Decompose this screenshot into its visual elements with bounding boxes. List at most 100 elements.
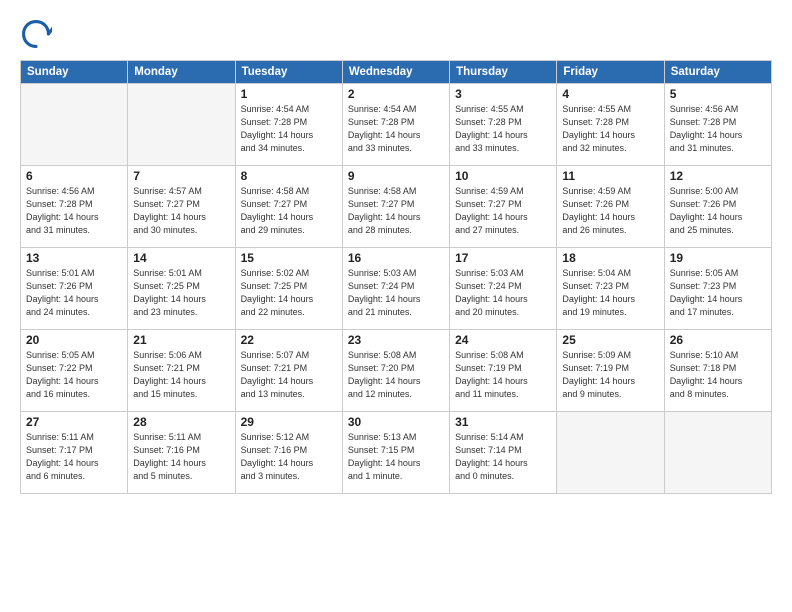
logo bbox=[20, 18, 56, 50]
day-info: Sunrise: 5:01 AM Sunset: 7:26 PM Dayligh… bbox=[26, 267, 122, 319]
day-number: 24 bbox=[455, 333, 551, 347]
day-number: 23 bbox=[348, 333, 444, 347]
week-row-1: 6Sunrise: 4:56 AM Sunset: 7:28 PM Daylig… bbox=[21, 166, 772, 248]
calendar-cell bbox=[664, 412, 771, 494]
calendar-cell: 13 Sunrise: 5:01 AM Sunset: 7:26 PM Dayli… bbox=[21, 248, 128, 330]
calendar-cell bbox=[128, 84, 235, 166]
day-number: 20 bbox=[26, 333, 122, 347]
calendar-cell: 24 Sunrise: 5:08 AM Sunset: 7:19 PM Dayli… bbox=[450, 330, 557, 412]
day-info: Sunrise: 4:56 AM Sunset: 7:28 PM Dayligh… bbox=[670, 103, 766, 155]
day-info: Sunrise: 5:04 AM Sunset: 7:23 PM Dayligh… bbox=[562, 267, 658, 319]
calendar-cell: 22 Sunrise: 5:07 AM Sunset: 7:21 PM Dayli… bbox=[235, 330, 342, 412]
calendar-cell: 19 Sunrise: 5:05 AM Sunset: 7:23 PM Dayli… bbox=[664, 248, 771, 330]
calendar-cell: 21 Sunrise: 5:06 AM Sunset: 7:21 PM Dayli… bbox=[128, 330, 235, 412]
day-number: 26 bbox=[670, 333, 766, 347]
day-info: Sunrise: 5:06 AM Sunset: 7:21 PM Dayligh… bbox=[133, 349, 229, 401]
weekday-header-sunday: Sunday bbox=[21, 61, 128, 84]
day-number: 19 bbox=[670, 251, 766, 265]
calendar-cell: 11Sunrise: 4:59 AM Sunset: 7:26 PM Dayli… bbox=[557, 166, 664, 248]
calendar-cell: 31Sunrise: 5:14 AM Sunset: 7:14 PM Dayli… bbox=[450, 412, 557, 494]
calendar-cell: 14Sunrise: 5:01 AM Sunset: 7:25 PM Dayli… bbox=[128, 248, 235, 330]
calendar-cell: 29 Sunrise: 5:12 AM Sunset: 7:16 PM Dayli… bbox=[235, 412, 342, 494]
day-number: 13 bbox=[26, 251, 122, 265]
weekday-header-friday: Friday bbox=[557, 61, 664, 84]
calendar-cell: 3 Sunrise: 4:55 AM Sunset: 7:28 PM Daylig… bbox=[450, 84, 557, 166]
day-info: Sunrise: 5:03 AM Sunset: 7:24 PM Dayligh… bbox=[455, 267, 551, 319]
page: SundayMondayTuesdayWednesdayThursdayFrid… bbox=[0, 0, 792, 612]
day-number: 5 bbox=[670, 87, 766, 101]
day-info: Sunrise: 5:12 AM Sunset: 7:16 PM Dayligh… bbox=[241, 431, 337, 483]
calendar-cell: 1Sunrise: 4:54 AM Sunset: 7:28 PM Daylig… bbox=[235, 84, 342, 166]
calendar-cell: 10 Sunrise: 4:59 AM Sunset: 7:27 PM Dayli… bbox=[450, 166, 557, 248]
day-info: Sunrise: 5:13 AM Sunset: 7:15 PM Dayligh… bbox=[348, 431, 444, 483]
day-number: 18 bbox=[562, 251, 658, 265]
day-number: 25 bbox=[562, 333, 658, 347]
day-info: Sunrise: 4:58 AM Sunset: 7:27 PM Dayligh… bbox=[348, 185, 444, 237]
calendar-cell: 30 Sunrise: 5:13 AM Sunset: 7:15 PM Dayli… bbox=[342, 412, 449, 494]
calendar-cell: 18 Sunrise: 5:04 AM Sunset: 7:23 PM Dayli… bbox=[557, 248, 664, 330]
calendar-cell: 25 Sunrise: 5:09 AM Sunset: 7:19 PM Dayli… bbox=[557, 330, 664, 412]
weekday-header-wednesday: Wednesday bbox=[342, 61, 449, 84]
day-info: Sunrise: 4:57 AM Sunset: 7:27 PM Dayligh… bbox=[133, 185, 229, 237]
day-number: 1 bbox=[241, 87, 337, 101]
weekday-header-thursday: Thursday bbox=[450, 61, 557, 84]
header bbox=[20, 18, 772, 50]
day-number: 14 bbox=[133, 251, 229, 265]
calendar-cell: 28 Sunrise: 5:11 AM Sunset: 7:16 PM Dayli… bbox=[128, 412, 235, 494]
day-number: 10 bbox=[455, 169, 551, 183]
calendar-cell: 12Sunrise: 5:00 AM Sunset: 7:26 PM Dayli… bbox=[664, 166, 771, 248]
day-info: Sunrise: 5:05 AM Sunset: 7:22 PM Dayligh… bbox=[26, 349, 122, 401]
day-number: 12 bbox=[670, 169, 766, 183]
day-info: Sunrise: 5:08 AM Sunset: 7:19 PM Dayligh… bbox=[455, 349, 551, 401]
calendar-cell: 16 Sunrise: 5:03 AM Sunset: 7:24 PM Dayli… bbox=[342, 248, 449, 330]
calendar-cell: 27Sunrise: 5:11 AM Sunset: 7:17 PM Dayli… bbox=[21, 412, 128, 494]
day-info: Sunrise: 4:55 AM Sunset: 7:28 PM Dayligh… bbox=[455, 103, 551, 155]
day-number: 9 bbox=[348, 169, 444, 183]
calendar-cell: 15 Sunrise: 5:02 AM Sunset: 7:25 PM Dayli… bbox=[235, 248, 342, 330]
day-number: 21 bbox=[133, 333, 229, 347]
calendar-cell: 26Sunrise: 5:10 AM Sunset: 7:18 PM Dayli… bbox=[664, 330, 771, 412]
day-info: Sunrise: 5:02 AM Sunset: 7:25 PM Dayligh… bbox=[241, 267, 337, 319]
calendar-table: SundayMondayTuesdayWednesdayThursdayFrid… bbox=[20, 60, 772, 494]
day-number: 17 bbox=[455, 251, 551, 265]
calendar-cell bbox=[557, 412, 664, 494]
calendar-cell: 23 Sunrise: 5:08 AM Sunset: 7:20 PM Dayli… bbox=[342, 330, 449, 412]
calendar-cell bbox=[21, 84, 128, 166]
weekday-header-saturday: Saturday bbox=[664, 61, 771, 84]
day-info: Sunrise: 5:11 AM Sunset: 7:16 PM Dayligh… bbox=[133, 431, 229, 483]
calendar-cell: 6Sunrise: 4:56 AM Sunset: 7:28 PM Daylig… bbox=[21, 166, 128, 248]
logo-icon bbox=[20, 18, 52, 50]
calendar-cell: 2Sunrise: 4:54 AM Sunset: 7:28 PM Daylig… bbox=[342, 84, 449, 166]
day-number: 15 bbox=[241, 251, 337, 265]
day-number: 3 bbox=[455, 87, 551, 101]
day-info: Sunrise: 5:05 AM Sunset: 7:23 PM Dayligh… bbox=[670, 267, 766, 319]
calendar-cell: 5 Sunrise: 4:56 AM Sunset: 7:28 PM Daylig… bbox=[664, 84, 771, 166]
week-row-4: 27Sunrise: 5:11 AM Sunset: 7:17 PM Dayli… bbox=[21, 412, 772, 494]
week-row-3: 20 Sunrise: 5:05 AM Sunset: 7:22 PM Dayli… bbox=[21, 330, 772, 412]
day-info: Sunrise: 4:55 AM Sunset: 7:28 PM Dayligh… bbox=[562, 103, 658, 155]
day-info: Sunrise: 4:59 AM Sunset: 7:27 PM Dayligh… bbox=[455, 185, 551, 237]
day-info: Sunrise: 4:54 AM Sunset: 7:28 PM Dayligh… bbox=[348, 103, 444, 155]
day-number: 22 bbox=[241, 333, 337, 347]
weekday-header-tuesday: Tuesday bbox=[235, 61, 342, 84]
weekday-header-row: SundayMondayTuesdayWednesdayThursdayFrid… bbox=[21, 61, 772, 84]
day-number: 29 bbox=[241, 415, 337, 429]
calendar-cell: 7Sunrise: 4:57 AM Sunset: 7:27 PM Daylig… bbox=[128, 166, 235, 248]
day-number: 30 bbox=[348, 415, 444, 429]
calendar-cell: 17 Sunrise: 5:03 AM Sunset: 7:24 PM Dayli… bbox=[450, 248, 557, 330]
day-info: Sunrise: 4:56 AM Sunset: 7:28 PM Dayligh… bbox=[26, 185, 122, 237]
day-info: Sunrise: 5:03 AM Sunset: 7:24 PM Dayligh… bbox=[348, 267, 444, 319]
day-info: Sunrise: 5:07 AM Sunset: 7:21 PM Dayligh… bbox=[241, 349, 337, 401]
day-number: 28 bbox=[133, 415, 229, 429]
week-row-0: 1 Sunrise: 4:54 AM Sunset: 7:28 PM Daylig… bbox=[21, 84, 772, 166]
week-row-2: 13 Sunrise: 5:01 AM Sunset: 7:26 PM Dayli… bbox=[21, 248, 772, 330]
calendar-cell: 4Sunrise: 4:55 AM Sunset: 7:28 PM Daylig… bbox=[557, 84, 664, 166]
day-info: Sunrise: 5:11 AM Sunset: 7:17 PM Dayligh… bbox=[26, 431, 122, 483]
weekday-header-monday: Monday bbox=[128, 61, 235, 84]
day-number: 31 bbox=[455, 415, 551, 429]
day-number: 16 bbox=[348, 251, 444, 265]
day-info: Sunrise: 4:58 AM Sunset: 7:27 PM Dayligh… bbox=[241, 185, 337, 237]
day-info: Sunrise: 5:08 AM Sunset: 7:20 PM Dayligh… bbox=[348, 349, 444, 401]
day-info: Sunrise: 5:09 AM Sunset: 7:19 PM Dayligh… bbox=[562, 349, 658, 401]
day-info: Sunrise: 4:59 AM Sunset: 7:26 PM Dayligh… bbox=[562, 185, 658, 237]
